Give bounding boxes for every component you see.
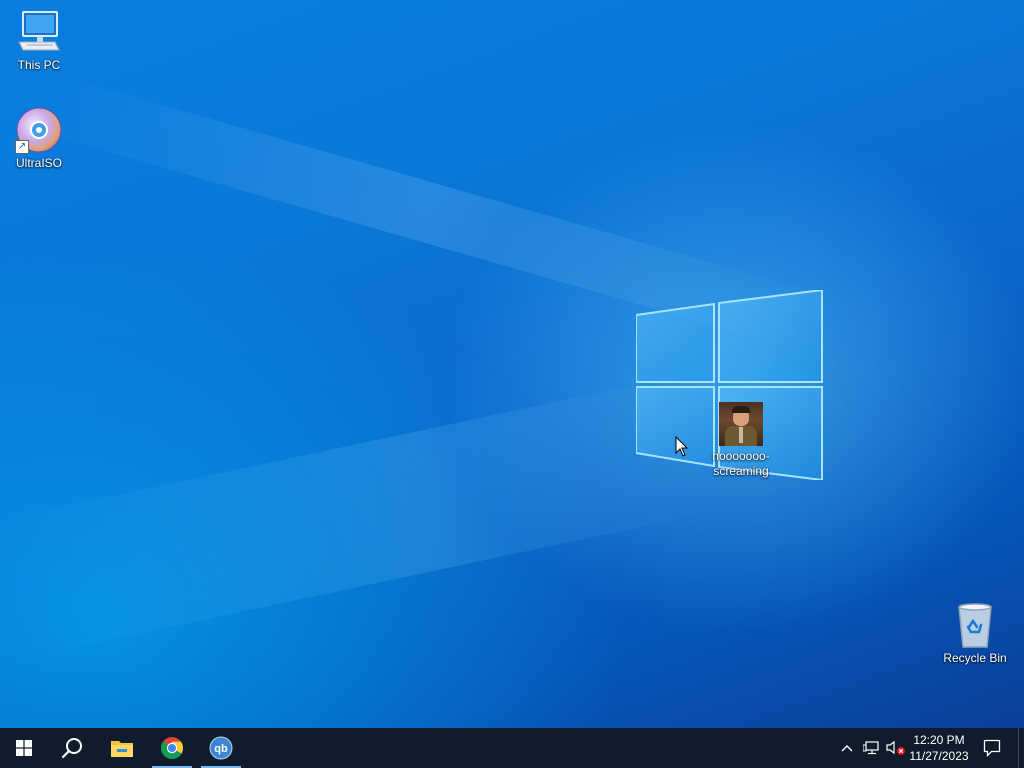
desktop[interactable]: This PC ↗ UltraISO nooooooo-screaming Re… xyxy=(0,0,1024,728)
action-center-button[interactable] xyxy=(978,728,1006,768)
clock-time: 12:20 PM xyxy=(913,733,965,747)
volume-muted-icon xyxy=(886,740,905,755)
search-button[interactable] xyxy=(48,728,96,768)
taskbar-app-qbittorrent[interactable]: qb xyxy=(197,728,245,768)
clock[interactable]: 12:20 PM 11/27/2023 xyxy=(906,728,972,768)
image-thumbnail xyxy=(719,402,763,446)
desktop-icon-label: This PC xyxy=(17,58,61,72)
monitor-icon xyxy=(15,8,63,56)
disc-icon: ↗ xyxy=(15,106,63,154)
chrome-icon xyxy=(160,737,184,759)
taskbar-app-file-explorer[interactable] xyxy=(98,728,146,768)
desktop-icon-label: nooooooo-screaming xyxy=(712,449,770,478)
desktop-icon-recycle-bin[interactable]: Recycle Bin xyxy=(937,601,1013,666)
show-hidden-icons-button[interactable] xyxy=(836,728,858,768)
taskbar: qb 12:20 PM 11/27/2023 xyxy=(0,728,1024,768)
qbittorrent-glyph: qb xyxy=(214,743,228,755)
start-button[interactable] xyxy=(0,728,48,768)
shortcut-arrow-icon: ↗ xyxy=(15,140,29,154)
notification-icon xyxy=(983,739,1001,757)
show-desktop-button[interactable] xyxy=(1018,728,1024,768)
folder-icon xyxy=(111,741,133,757)
light-beam xyxy=(0,374,714,657)
volume-tray-button[interactable] xyxy=(884,728,908,768)
recycle-bin-icon xyxy=(951,601,999,649)
network-wired-icon xyxy=(863,741,879,755)
mouse-cursor-icon xyxy=(675,435,689,457)
chevron-up-icon xyxy=(841,745,853,752)
clock-date: 11/27/2023 xyxy=(909,749,969,763)
taskbar-app-chrome[interactable] xyxy=(148,728,196,768)
desktop-icon-label: UltraISO xyxy=(15,156,62,170)
windows-start-icon xyxy=(16,740,32,756)
qbittorrent-icon: qb xyxy=(209,736,233,760)
desktop-icon-meme-image[interactable]: nooooooo-screaming xyxy=(702,402,780,479)
desktop-icon-label: Recycle Bin xyxy=(943,651,1007,665)
desktop-icon-this-pc[interactable]: This PC xyxy=(1,8,77,73)
network-tray-button[interactable] xyxy=(860,728,882,768)
search-icon xyxy=(61,738,82,759)
desktop-icon-ultraiso[interactable]: ↗ UltraISO xyxy=(1,106,77,171)
